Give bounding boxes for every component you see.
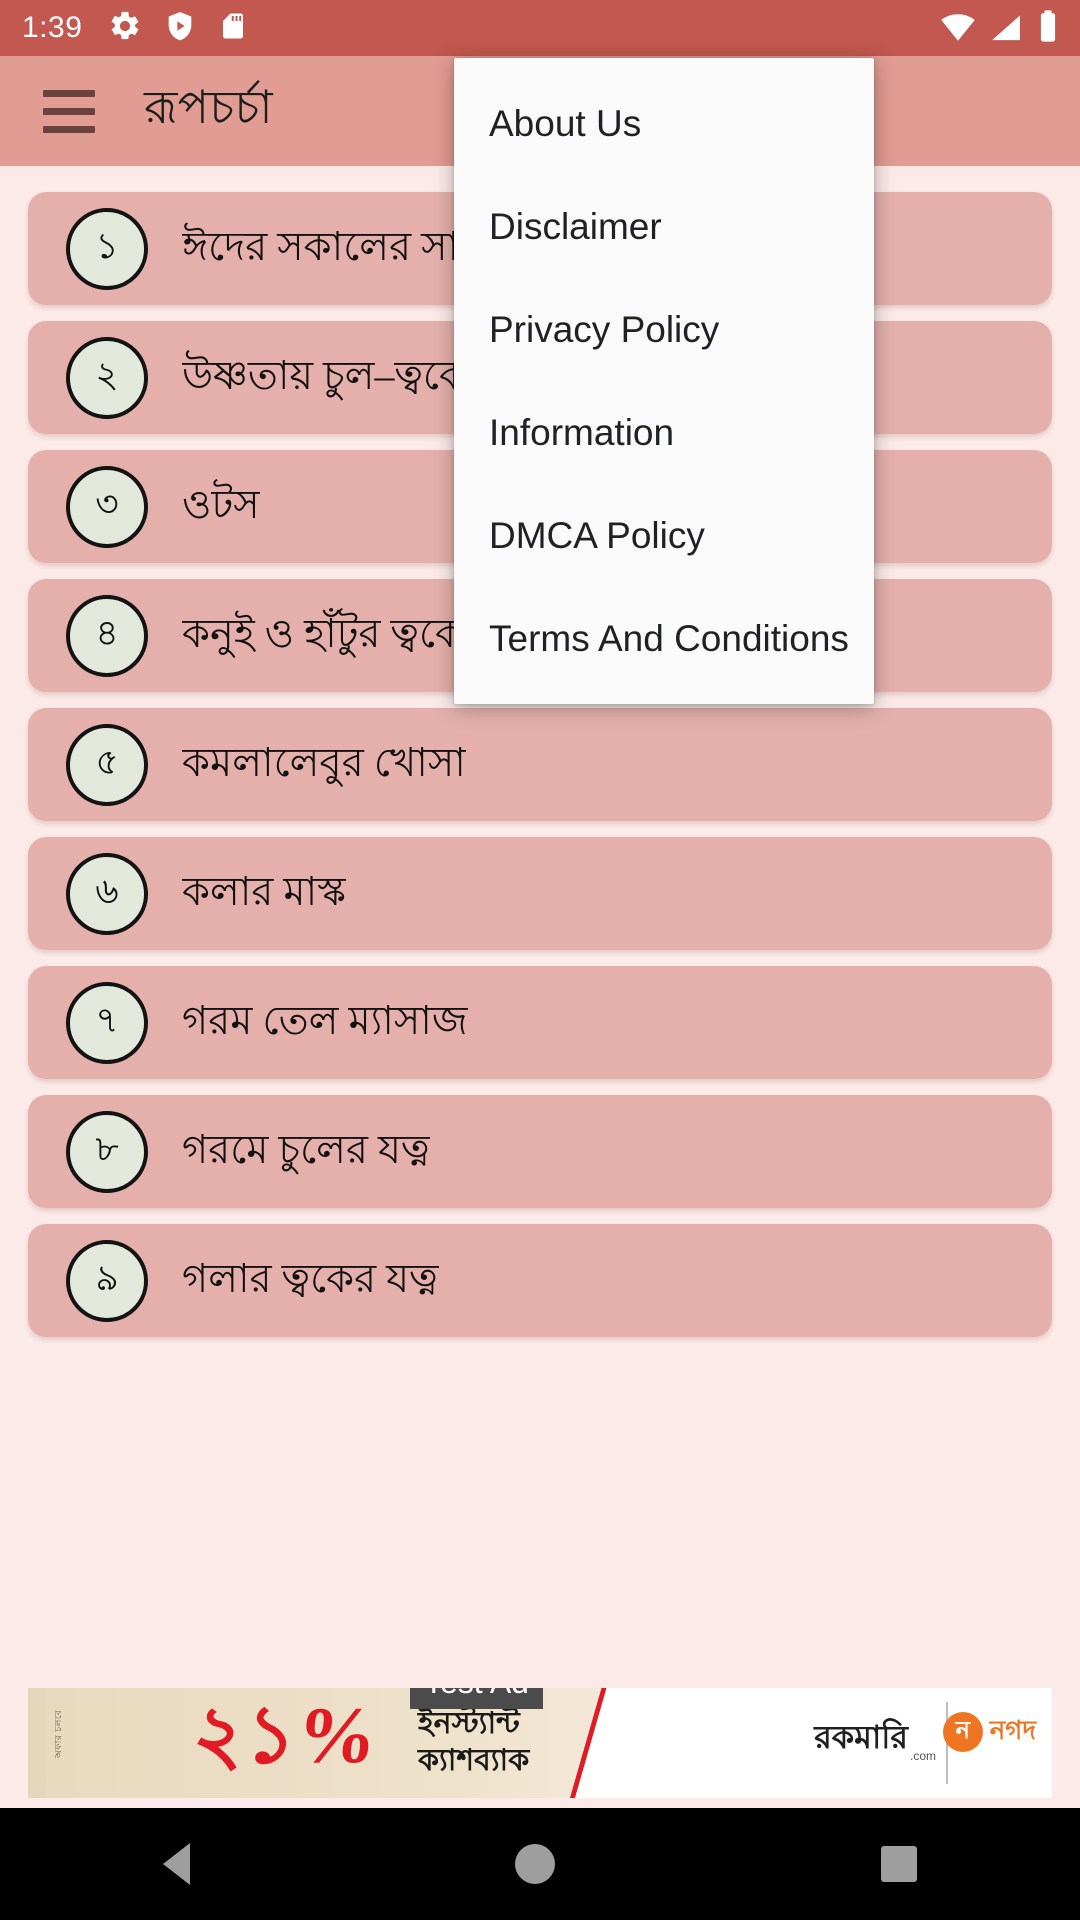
gear-icon (108, 9, 142, 48)
android-nav-bar (0, 1808, 1080, 1920)
ad-brand-domain: .com (909, 1749, 936, 1763)
list-item-label: কলার মাস্ক (182, 869, 347, 914)
ad-brand-logo: রকমারি .com (814, 1712, 936, 1766)
sd-card-icon (218, 9, 248, 48)
overflow-menu: About Us Disclaimer Privacy Policy Infor… (454, 58, 874, 704)
ad-cashback-line1: ইনস্ট্যান্ট (418, 1707, 520, 1740)
hamburger-bar (43, 107, 95, 115)
ad-swoosh-shape (562, 1688, 726, 1798)
page-title: রূপচর্চা (144, 82, 273, 133)
hamburger-bar (43, 89, 95, 97)
status-bar-clock: 1:39 (22, 11, 83, 44)
list-item-number: ১ (66, 207, 148, 290)
battery-icon (1038, 9, 1058, 48)
ad-cashback-line2: ক্যাশব্যাক (418, 1743, 530, 1777)
list-item[interactable]: ৬ কলার মাস্ক (28, 837, 1052, 950)
shield-play-icon (164, 9, 196, 48)
menu-item-privacy-policy[interactable]: Privacy Policy (454, 278, 874, 381)
list-item-number: ৮ (66, 1110, 148, 1193)
menu-item-about-us[interactable]: About Us (454, 72, 874, 175)
ad-cashback-text: ইনস্ট্যান্ট ক্যাশব্যাক (418, 1706, 529, 1779)
status-bar-right-icons (940, 9, 1058, 48)
ad-left-strip (28, 1688, 46, 1798)
list-item-label: গলার ত্বকের যত্ন (182, 1256, 439, 1301)
menu-item-terms-and-conditions[interactable]: Terms And Conditions (454, 587, 874, 690)
list-item-number: ৭ (66, 981, 148, 1064)
menu-item-dmca-policy[interactable]: DMCA Policy (454, 484, 874, 587)
list-item[interactable]: ৭ গরম তেল ম্যাসাজ (28, 966, 1052, 1079)
nagad-mark-icon: ন (942, 1712, 983, 1752)
list-item[interactable]: ৮ গরমে চুলের যত্ন (28, 1095, 1052, 1208)
home-circle-icon[interactable] (515, 1844, 556, 1884)
hamburger-bar (43, 125, 95, 133)
ad-vertical-text: অফার চলবে (53, 1710, 63, 1759)
ad-close-icon[interactable]: ✕ (1018, 1688, 1047, 1692)
list-item-label: গরমে চুলের যত্ন (182, 1127, 431, 1172)
list-item[interactable]: ৯ গলার ত্বকের যত্ন (28, 1224, 1052, 1337)
signal-icon (990, 13, 1024, 48)
test-ad-badge: Test Ad (410, 1688, 543, 1709)
status-bar: 1:39 (0, 0, 1080, 56)
list-item-label: গরম তেল ম্যাসাজ (182, 998, 468, 1043)
ad-percent-text: ২১% (188, 1692, 382, 1780)
hamburger-icon[interactable] (32, 74, 106, 148)
wifi-icon (940, 13, 976, 48)
ad-brand-name: রকমারি (814, 1719, 908, 1755)
list-item-number: ৫ (66, 723, 148, 806)
list-item[interactable]: ৫ কমলালেবুর খোসা (28, 708, 1052, 821)
list-item-label: ঈদের সকালের সাজ (182, 224, 495, 269)
ad-partner-name: নগদ (989, 1716, 1036, 1745)
recent-square-icon[interactable] (881, 1846, 918, 1882)
status-bar-left-icons (108, 9, 248, 48)
list-item-number: ৩ (66, 465, 148, 548)
list-item-number: ২ (66, 336, 148, 419)
ad-partner-logo: ন নগদ (942, 1710, 1036, 1754)
list-item-number: ৯ (66, 1239, 148, 1322)
list-item-number: ৪ (66, 594, 148, 677)
menu-item-information[interactable]: Information (454, 381, 874, 484)
list-item-label: ওটস (182, 482, 260, 527)
menu-item-disclaimer[interactable]: Disclaimer (454, 175, 874, 278)
ad-banner[interactable]: অফার চলবে ২১% ইনস্ট্যান্ট ক্যাশব্যাক রকম… (28, 1688, 1052, 1798)
list-item-label: কমলালেবুর খোসা (182, 740, 466, 785)
list-item-number: ৬ (66, 852, 148, 935)
back-triangle-icon[interactable] (162, 1843, 190, 1885)
